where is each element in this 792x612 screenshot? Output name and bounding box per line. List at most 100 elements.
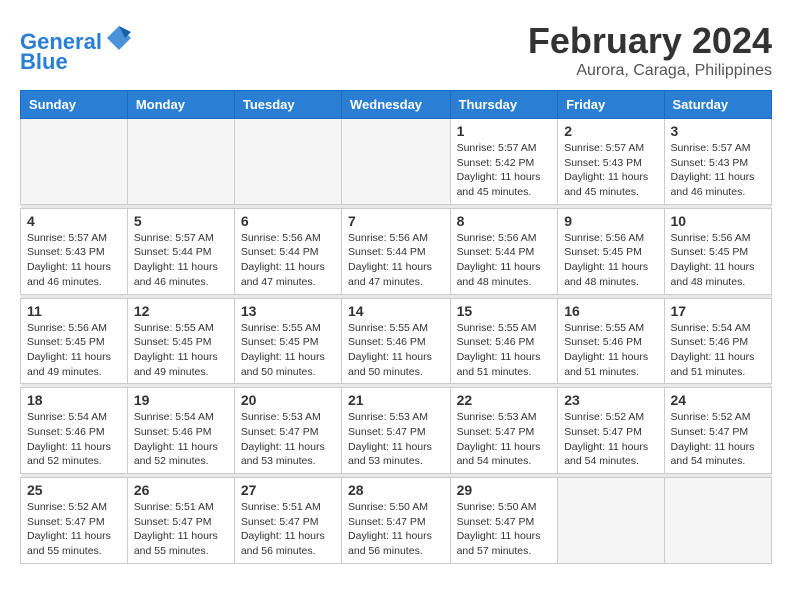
day-detail: Sunrise: 5:56 AM Sunset: 5:44 PM Dayligh… [241, 231, 335, 290]
day-detail: Sunrise: 5:55 AM Sunset: 5:46 PM Dayligh… [457, 321, 552, 380]
day-detail: Sunrise: 5:56 AM Sunset: 5:44 PM Dayligh… [348, 231, 444, 290]
weekday-header-thursday: Thursday [450, 91, 558, 119]
day-detail: Sunrise: 5:55 AM Sunset: 5:46 PM Dayligh… [348, 321, 444, 380]
day-number: 19 [134, 392, 228, 408]
day-detail: Sunrise: 5:51 AM Sunset: 5:47 PM Dayligh… [134, 500, 228, 559]
day-detail: Sunrise: 5:52 AM Sunset: 5:47 PM Dayligh… [564, 410, 657, 469]
calendar-cell: 2Sunrise: 5:57 AM Sunset: 5:43 PM Daylig… [558, 119, 664, 205]
day-number: 3 [671, 123, 765, 139]
day-number: 22 [457, 392, 552, 408]
location-title: Aurora, Caraga, Philippines [528, 62, 772, 80]
calendar-cell: 20 Sunrise: 5:53 AM Sunset: 5:47 PM Dayli… [234, 388, 341, 474]
day-number: 13 [241, 303, 335, 319]
calendar-cell: 10 Sunrise: 5:56 AM Sunset: 5:45 PM Dayli… [664, 208, 771, 294]
day-detail: Sunrise: 5:57 AM Sunset: 5:43 PM Dayligh… [671, 141, 765, 200]
day-detail: Sunrise: 5:54 AM Sunset: 5:46 PM Dayligh… [27, 410, 121, 469]
calendar-cell: 1Sunrise: 5:57 AM Sunset: 5:42 PM Daylig… [450, 119, 558, 205]
weekday-header-tuesday: Tuesday [234, 91, 341, 119]
day-detail: Sunrise: 5:57 AM Sunset: 5:43 PM Dayligh… [27, 231, 121, 290]
weekday-header-friday: Friday [558, 91, 664, 119]
day-number: 4 [27, 213, 121, 229]
day-number: 14 [348, 303, 444, 319]
calendar-cell: 6 Sunrise: 5:56 AM Sunset: 5:44 PM Daylig… [234, 208, 341, 294]
weekday-header-wednesday: Wednesday [342, 91, 451, 119]
calendar-table: SundayMondayTuesdayWednesdayThursdayFrid… [20, 90, 772, 564]
calendar-cell: 26 Sunrise: 5:51 AM Sunset: 5:47 PM Dayli… [127, 478, 234, 564]
calendar-cell: 4 Sunrise: 5:57 AM Sunset: 5:43 PM Daylig… [21, 208, 128, 294]
logo-blue-text: Blue [20, 50, 68, 74]
day-number: 5 [134, 213, 228, 229]
calendar-cell: 16Sunrise: 5:55 AM Sunset: 5:46 PM Dayli… [558, 298, 664, 384]
calendar-cell: 15 Sunrise: 5:55 AM Sunset: 5:46 PM Dayli… [450, 298, 558, 384]
calendar-cell: 24 Sunrise: 5:52 AM Sunset: 5:47 PM Dayli… [664, 388, 771, 474]
day-detail: Sunrise: 5:56 AM Sunset: 5:45 PM Dayligh… [671, 231, 765, 290]
calendar-week-5: 25Sunrise: 5:52 AM Sunset: 5:47 PM Dayli… [21, 478, 772, 564]
calendar-cell: 19 Sunrise: 5:54 AM Sunset: 5:46 PM Dayli… [127, 388, 234, 474]
calendar-cell: 21 Sunrise: 5:53 AM Sunset: 5:47 PM Dayli… [342, 388, 451, 474]
calendar-cell: 11 Sunrise: 5:56 AM Sunset: 5:45 PM Dayli… [21, 298, 128, 384]
calendar-cell: 29Sunrise: 5:50 AM Sunset: 5:47 PM Dayli… [450, 478, 558, 564]
calendar-cell [234, 119, 341, 205]
day-detail: Sunrise: 5:53 AM Sunset: 5:47 PM Dayligh… [241, 410, 335, 469]
calendar-cell [558, 478, 664, 564]
day-detail: Sunrise: 5:56 AM Sunset: 5:45 PM Dayligh… [564, 231, 657, 290]
day-number: 18 [27, 392, 121, 408]
calendar-cell [664, 478, 771, 564]
day-detail: Sunrise: 5:54 AM Sunset: 5:46 PM Dayligh… [134, 410, 228, 469]
calendar-cell: 17 Sunrise: 5:54 AM Sunset: 5:46 PM Dayli… [664, 298, 771, 384]
day-detail: Sunrise: 5:53 AM Sunset: 5:47 PM Dayligh… [348, 410, 444, 469]
calendar-cell: 9 Sunrise: 5:56 AM Sunset: 5:45 PM Daylig… [558, 208, 664, 294]
calendar-week-3: 11 Sunrise: 5:56 AM Sunset: 5:45 PM Dayli… [21, 298, 772, 384]
day-number: 24 [671, 392, 765, 408]
day-detail: Sunrise: 5:52 AM Sunset: 5:47 PM Dayligh… [671, 410, 765, 469]
logo-icon [105, 24, 133, 52]
day-detail: Sunrise: 5:56 AM Sunset: 5:45 PM Dayligh… [27, 321, 121, 380]
day-number: 23 [564, 392, 657, 408]
day-detail: Sunrise: 5:53 AM Sunset: 5:47 PM Dayligh… [457, 410, 552, 469]
day-number: 11 [27, 303, 121, 319]
calendar-cell: 12Sunrise: 5:55 AM Sunset: 5:45 PM Dayli… [127, 298, 234, 384]
day-number: 27 [241, 482, 335, 498]
header: General Blue February 2024 Aurora, Carag… [20, 20, 772, 80]
day-detail: Sunrise: 5:50 AM Sunset: 5:47 PM Dayligh… [348, 500, 444, 559]
logo: General Blue [20, 30, 133, 74]
calendar-cell: 27Sunrise: 5:51 AM Sunset: 5:47 PM Dayli… [234, 478, 341, 564]
day-detail: Sunrise: 5:55 AM Sunset: 5:45 PM Dayligh… [241, 321, 335, 380]
day-number: 9 [564, 213, 657, 229]
day-number: 1 [457, 123, 552, 139]
calendar-cell: 13 Sunrise: 5:55 AM Sunset: 5:45 PM Dayli… [234, 298, 341, 384]
weekday-header-row: SundayMondayTuesdayWednesdayThursdayFrid… [21, 91, 772, 119]
day-number: 21 [348, 392, 444, 408]
calendar-cell: 25Sunrise: 5:52 AM Sunset: 5:47 PM Dayli… [21, 478, 128, 564]
calendar-cell: 14 Sunrise: 5:55 AM Sunset: 5:46 PM Dayli… [342, 298, 451, 384]
calendar-week-4: 18 Sunrise: 5:54 AM Sunset: 5:46 PM Dayli… [21, 388, 772, 474]
day-detail: Sunrise: 5:56 AM Sunset: 5:44 PM Dayligh… [457, 231, 552, 290]
day-detail: Sunrise: 5:54 AM Sunset: 5:46 PM Dayligh… [671, 321, 765, 380]
calendar-cell: 5 Sunrise: 5:57 AM Sunset: 5:44 PM Daylig… [127, 208, 234, 294]
calendar-cell [127, 119, 234, 205]
day-number: 16 [564, 303, 657, 319]
calendar-cell: 23 Sunrise: 5:52 AM Sunset: 5:47 PM Dayli… [558, 388, 664, 474]
day-number: 15 [457, 303, 552, 319]
day-number: 25 [27, 482, 121, 498]
day-number: 12 [134, 303, 228, 319]
calendar-cell: 7 Sunrise: 5:56 AM Sunset: 5:44 PM Daylig… [342, 208, 451, 294]
calendar-cell: 28 Sunrise: 5:50 AM Sunset: 5:47 PM Dayli… [342, 478, 451, 564]
calendar-week-2: 4 Sunrise: 5:57 AM Sunset: 5:43 PM Daylig… [21, 208, 772, 294]
day-number: 29 [457, 482, 552, 498]
weekday-header-sunday: Sunday [21, 91, 128, 119]
month-title: February 2024 [528, 20, 772, 62]
day-number: 28 [348, 482, 444, 498]
day-number: 7 [348, 213, 444, 229]
calendar-week-1: 1Sunrise: 5:57 AM Sunset: 5:42 PM Daylig… [21, 119, 772, 205]
day-number: 10 [671, 213, 765, 229]
calendar-cell [342, 119, 451, 205]
day-number: 20 [241, 392, 335, 408]
calendar-cell: 8Sunrise: 5:56 AM Sunset: 5:44 PM Daylig… [450, 208, 558, 294]
day-number: 17 [671, 303, 765, 319]
day-number: 26 [134, 482, 228, 498]
day-detail: Sunrise: 5:57 AM Sunset: 5:44 PM Dayligh… [134, 231, 228, 290]
day-number: 2 [564, 123, 657, 139]
weekday-header-saturday: Saturday [664, 91, 771, 119]
day-number: 6 [241, 213, 335, 229]
